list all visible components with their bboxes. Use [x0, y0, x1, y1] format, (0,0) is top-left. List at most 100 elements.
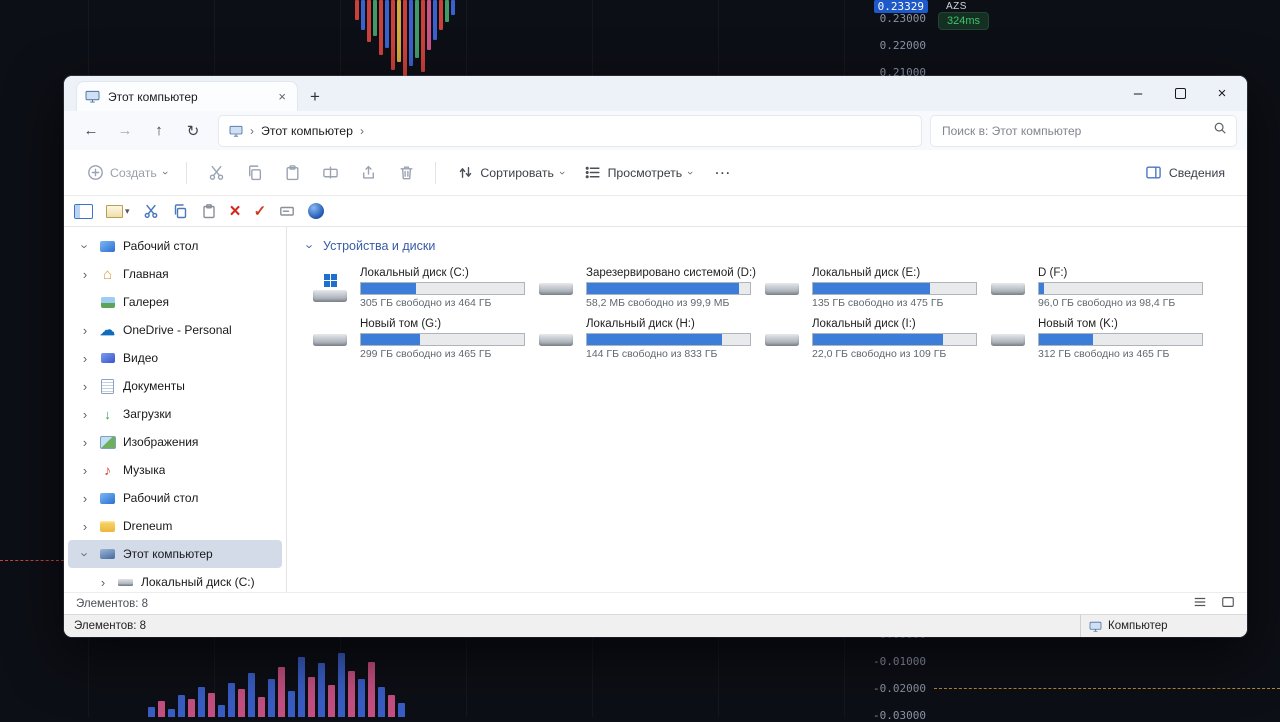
command-toolbar: Создать › Сортировать › Просмотреть › … … — [64, 150, 1247, 196]
chevron-icon[interactable]: › — [78, 380, 92, 393]
search-input[interactable] — [940, 122, 1207, 139]
back-button[interactable]: ← — [74, 116, 108, 146]
desktop-icon — [99, 238, 116, 254]
chevron-icon[interactable]: › — [78, 520, 92, 533]
drive-tile[interactable]: Новый том (K:) 312 ГБ свободно из 465 ГБ — [987, 316, 1213, 362]
new-button[interactable]: Создать › — [78, 158, 174, 188]
close-button[interactable]: × — [1201, 77, 1243, 110]
sidebar-item-label: OneDrive - Personal — [123, 323, 232, 337]
refresh-button[interactable]: ↻ — [176, 116, 210, 146]
details-button-label: Сведения — [1168, 165, 1225, 180]
classic-apply-button[interactable]: ✓ — [254, 200, 267, 222]
drive-tile[interactable]: Новый том (G:) 299 ГБ свободно из 465 ГБ — [309, 316, 535, 362]
search-box[interactable] — [930, 114, 1237, 147]
classic-delete-button[interactable]: × — [230, 200, 241, 222]
drive-tile[interactable]: Локальный диск (E:) 135 ГБ свободно из 47… — [761, 265, 987, 311]
drive-tile[interactable]: Локальный диск (C:) 305 ГБ свободно из 46… — [309, 265, 535, 311]
search-icon[interactable] — [1213, 121, 1227, 140]
open-shell-settings-button[interactable] — [308, 200, 325, 222]
thumbnail-view-icon[interactable] — [1221, 595, 1235, 612]
delete-button[interactable] — [389, 158, 423, 188]
sidebar-item-desktop[interactable]: › Рабочий стол — [68, 232, 282, 260]
chevron-icon[interactable]: › — [78, 408, 92, 421]
new-tab-button[interactable]: + — [298, 87, 332, 111]
sidebar-item-desktop[interactable]: › Рабочий стол — [68, 484, 282, 512]
sidebar-item-videos[interactable]: › Видео — [68, 344, 282, 372]
chevron-down-icon[interactable]: › — [303, 239, 318, 253]
forward-button[interactable]: → — [108, 116, 142, 146]
paste-button[interactable] — [275, 158, 309, 188]
copy-button[interactable] — [237, 158, 271, 188]
drive-tile[interactable]: Зарезервировано системой (D:) 58,2 МБ сво… — [535, 265, 761, 311]
sidebar-item-documents[interactable]: › Документы — [68, 372, 282, 400]
sidebar-item-home[interactable]: › Главная — [68, 260, 282, 288]
explorer-status-bar: Элементов: 8 — [64, 592, 1247, 614]
sidebar-item-folder[interactable]: › Dreneum — [68, 512, 282, 540]
status-zone-label: Компьютер — [1108, 620, 1168, 632]
chevron-icon[interactable]: › — [78, 492, 92, 505]
more-options-icon[interactable]: … — [704, 159, 742, 187]
maximize-button[interactable] — [1159, 77, 1201, 110]
share-button[interactable] — [351, 158, 385, 188]
sidebar-item-drive[interactable]: › Локальный диск (C:) — [68, 568, 282, 592]
address-bar[interactable]: › Этот компьютер › — [218, 114, 922, 147]
sidebar-item-music[interactable]: › Музыка — [68, 456, 282, 484]
chevron-icon[interactable]: › — [78, 547, 93, 561]
chevron-icon[interactable]: › — [78, 352, 92, 365]
status-zone-segment: Компьютер — [1080, 615, 1247, 637]
classic-explorer-toolbar: ▾ × ✓ — [64, 196, 1247, 227]
toolbar-separator — [435, 161, 437, 184]
navigation-pane-toggle[interactable] — [74, 200, 93, 222]
sort-button[interactable]: Сортировать › — [448, 158, 571, 188]
chevron-down-icon: › — [684, 170, 697, 175]
classic-cut-button[interactable] — [143, 200, 159, 222]
latency-badge: 324ms — [938, 12, 990, 30]
drive-tile[interactable]: Локальный диск (H:) 144 ГБ свободно из 83… — [535, 316, 761, 362]
sidebar-item-label: Видео — [123, 351, 159, 365]
drive-name: Локальный диск (C:) — [360, 267, 469, 279]
screen: { "background": { "ticker_label": "AZS",… — [0, 0, 1280, 722]
drive-icon — [987, 316, 1029, 362]
section-header[interactable]: › Устройства и диски — [303, 239, 1247, 253]
chevron-icon[interactable]: › — [78, 324, 92, 337]
tab-this-pc[interactable]: Этот компьютер × — [76, 81, 298, 111]
drive-tile[interactable]: D (F:) 96,0 ГБ свободно из 98,4 ГБ — [987, 265, 1213, 311]
email-button[interactable]: ▾ — [106, 200, 130, 222]
chevron-right-icon[interactable]: › — [360, 124, 364, 138]
classic-rename-button[interactable] — [279, 200, 295, 222]
price-label: -0.03000 — [873, 709, 926, 722]
sidebar-item-onedrive[interactable]: › OneDrive - Personal — [68, 316, 282, 344]
rename-button[interactable] — [313, 158, 347, 188]
folder-icon — [99, 518, 116, 534]
sidebar-item-computer[interactable]: › Этот компьютер — [68, 540, 282, 568]
sidebar-item-label: Главная — [123, 267, 169, 281]
sidebar-item-gallery[interactable]: ›Галерея — [68, 288, 282, 316]
details-button[interactable]: Сведения — [1137, 158, 1233, 188]
breadcrumb-this-pc[interactable]: Этот компьютер — [261, 124, 353, 138]
chevron-down-icon: ▾ — [125, 205, 130, 216]
chevron-icon[interactable]: › — [96, 576, 110, 589]
candlestick-chart — [355, 0, 455, 82]
cut-button[interactable] — [199, 158, 233, 188]
chevron-right-icon[interactable]: › — [250, 124, 254, 138]
delete-icon — [397, 164, 415, 182]
view-button[interactable]: Просмотреть › — [576, 158, 700, 188]
sidebar-item-downloads[interactable]: › Загрузки — [68, 400, 282, 428]
minimize-button[interactable]: – — [1117, 77, 1159, 110]
chevron-icon[interactable]: › — [78, 268, 92, 281]
items-count-2: Элементов: 8 — [74, 620, 147, 632]
drive-tile[interactable]: Локальный диск (I:) 22,0 ГБ свободно из 1… — [761, 316, 987, 362]
classic-paste-button[interactable] — [201, 200, 217, 222]
chevron-icon[interactable]: › — [78, 464, 92, 477]
list-view-icon[interactable] — [1193, 595, 1207, 612]
up-button[interactable]: ↑ — [142, 116, 176, 146]
chevron-icon[interactable]: › — [78, 436, 92, 449]
tab-close-icon[interactable]: × — [275, 89, 289, 104]
sidebar-item-label: Изображения — [123, 435, 199, 449]
sidebar-item-label: Рабочий стол — [123, 491, 199, 505]
content-area: › Устройства и диски Локальный диск (C:)… — [287, 227, 1247, 592]
classic-copy-button[interactable] — [172, 200, 188, 222]
chevron-icon[interactable]: › — [78, 239, 93, 253]
navigation-pane: ›Рабочий стол›Главная›Галерея›OneDrive -… — [64, 227, 287, 592]
sidebar-item-pictures[interactable]: › Изображения — [68, 428, 282, 456]
